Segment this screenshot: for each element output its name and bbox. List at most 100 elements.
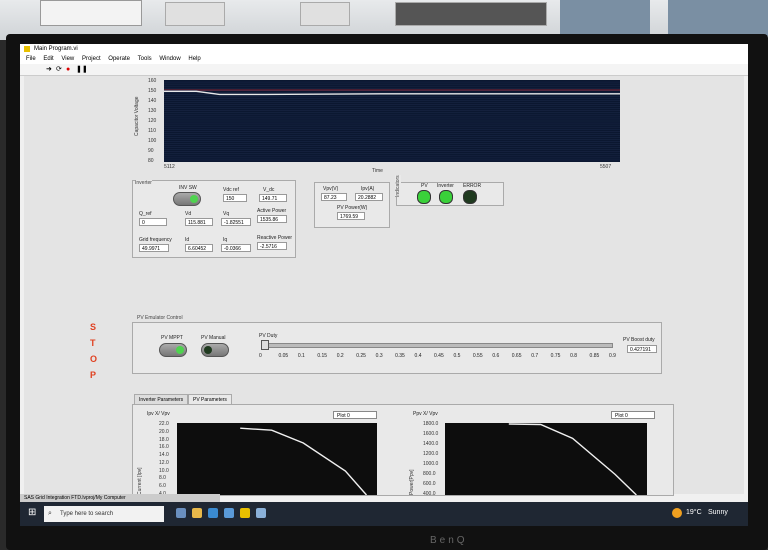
labview-icon[interactable] [240,508,250,518]
duty-tick-label: 0.3 [375,353,383,359]
pv-manual-led [204,346,212,354]
chart-xlabel: Time [372,168,383,174]
edge-icon[interactable] [208,508,218,518]
ytick-label: 14.0 [159,452,169,459]
pv-indicator-led [417,190,431,204]
abort-icon[interactable]: ● [66,66,70,73]
inverter-cluster: Inverter INV SW Vdc ref 150 V_dc 149.71 … [132,180,296,258]
weather-temp[interactable]: 19°C [686,509,702,516]
vq-label: Vq [223,211,230,217]
store-icon[interactable] [224,508,234,518]
ytick-label: 12.0 [159,459,169,466]
monitor-brand: BenQ [430,535,468,546]
pv-values-cluster: Vpv(V) 87.23 Ipv(A) 20.2882 PV Power(W) … [314,182,390,228]
series-line [164,90,620,96]
stop-button-letter[interactable]: S [90,322,96,332]
inverter-cluster-label: Inverter [135,180,152,186]
taskview-icon[interactable] [176,508,186,518]
pv-boost-value: 0.427191 [627,345,657,353]
labview-app-icon [24,46,30,52]
vdc-ref-input[interactable]: 150 [223,194,247,202]
menu-view[interactable]: View [61,56,74,62]
ppv-legend-label: Plot 0 [615,413,628,419]
pause-icon[interactable]: ❚❚ [76,66,88,73]
duty-tick-label: 0.55 [472,353,483,359]
weather-icon[interactable] [672,508,682,518]
stop-button-letter[interactable]: P [90,370,96,380]
ytick-label: 150 [148,88,157,94]
ytick-label: 400.0 [423,491,436,497]
chart-x-end: 5507 [600,164,612,170]
ytick-label: 130 [148,108,157,114]
run-continuous-icon[interactable]: ⟳ [56,66,62,73]
ytick-label: 1600.0 [423,431,439,437]
duty-tick-label: 0.75 [550,353,561,359]
vq-value: -1.82551 [221,218,251,226]
ipv-plot-legend[interactable]: Plot 0 [333,411,377,419]
window-title: Main Program.vi [34,46,78,52]
ipv-plot-area [177,423,377,496]
taskbar-search[interactable]: ⌕ Type here to search [44,506,164,522]
windows-start-icon[interactable]: ⊞ [28,507,36,518]
status-bar: SAS Grid Integration FTD.lvproj/My Compu… [20,494,220,502]
grid-frequency-label: Grid frequency [139,237,172,243]
screen: Main Program.vi File Edit View Project O… [20,44,748,526]
ppv-plot-title: Ppv X/ Vpv [413,411,438,417]
pv-duty-slider-handle[interactable] [261,340,269,350]
pv-indicator-label: PV [421,183,428,189]
indicators-label: Indicators [395,175,401,197]
ytick-label: 120 [148,118,157,124]
search-icon: ⌕ [48,510,52,517]
wall-item [300,2,350,26]
pv-manual-toggle[interactable] [201,343,229,357]
menu-file[interactable]: File [26,56,36,62]
ppv-plot-area [445,423,647,496]
pv-mppt-label: PV MPPT [161,335,183,341]
q-ref-input[interactable]: 0 [139,218,167,226]
pv-mppt-toggle[interactable] [159,343,187,357]
menu-bar: File Edit View Project Operate Tools Win… [20,54,748,64]
ppv-plot-legend[interactable]: Plot 0 [611,411,655,419]
menu-operate[interactable]: Operate [108,56,130,62]
ipv-value: 20.2882 [355,193,383,201]
tab-content: Ipv X/ Vpv Plot 0 Current [Ipv] 22.0 20.0… [132,404,674,497]
ipv-label: Ipv(A) [361,186,375,192]
chart-svg [164,81,620,161]
ytick-label: 1000.0 [423,461,439,467]
menu-window[interactable]: Window [159,56,180,62]
duty-tick-label: 0.45 [434,353,444,359]
v-dc-label: V_dc [263,187,275,193]
vpv-label: Vpv(V) [323,186,339,192]
series-line [508,423,637,496]
menu-tools[interactable]: Tools [138,56,152,62]
ytick-label: 1800.0 [423,421,439,427]
duty-tick-label: 0.9 [609,353,616,359]
pv-duty-slider-track[interactable] [261,343,613,348]
file-explorer-icon[interactable] [192,508,202,518]
taskbar: ⊞ ⌕ Type here to search 19°C Sunny [20,502,748,526]
error-indicator-led [463,190,477,204]
inv-sw-led [190,195,198,203]
menu-help[interactable]: Help [188,56,200,62]
inv-sw-toggle[interactable] [173,192,201,206]
menu-edit[interactable]: Edit [43,56,53,62]
id-label: Id [185,237,190,243]
stop-button-letter[interactable]: T [90,338,96,348]
duty-tick-label: 0.5 [453,353,461,359]
ipv-plot-svg [240,427,368,496]
chart-plot-area [164,80,620,162]
q-ref-label: Q_ref [139,211,152,217]
ytick-label: 10.0 [159,467,169,474]
ipv-plot-title: Ipv X/ Vpv [147,411,170,417]
front-panel: Capacitor Voltage 160 150 140 130 120 110 100 9… [24,76,744,497]
active-power-label: Active Power [257,208,287,214]
ytick-label: 20.0 [159,428,169,435]
app-icon[interactable] [256,508,266,518]
stop-button-letter[interactable]: O [90,354,97,364]
ytick-label: 160 [148,78,157,84]
weather-desc[interactable]: Sunny [708,509,728,516]
reactive-power-label: Reactive Power [257,235,293,241]
menu-project[interactable]: Project [82,56,101,62]
run-arrow-icon[interactable]: ➜ [46,66,52,73]
window-pane [668,0,768,36]
